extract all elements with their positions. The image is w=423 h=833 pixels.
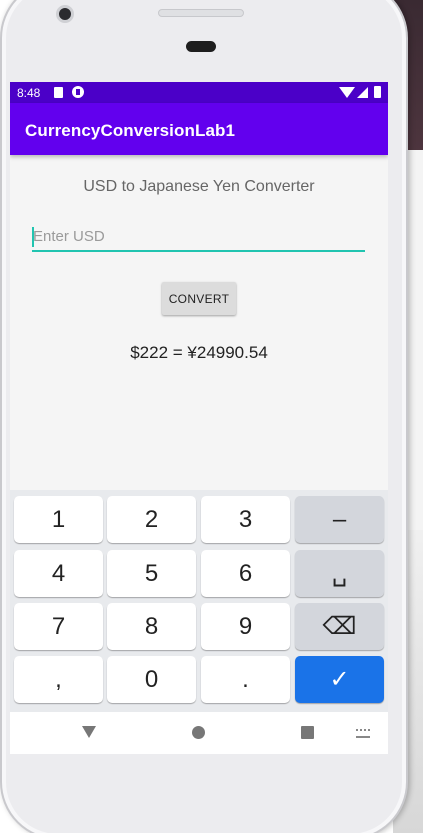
device-screen: 8:48 CurrencyConversionLab1 USD to Japan… xyxy=(10,82,388,754)
key-8[interactable]: 8 xyxy=(107,603,196,650)
key-2[interactable]: 2 xyxy=(107,496,196,543)
key-9[interactable]: 9 xyxy=(201,603,290,650)
home-circle-icon[interactable] xyxy=(192,726,205,739)
text-cursor xyxy=(32,227,34,247)
conversion-result: $222 = ¥24990.54 xyxy=(130,343,268,362)
front-camera-icon xyxy=(56,5,74,23)
converter-heading: USD to Japanese Yen Converter xyxy=(83,178,315,195)
status-time: 8:48 xyxy=(17,86,41,100)
top-speaker-grille xyxy=(158,9,244,17)
keyboard-switch-icon[interactable] xyxy=(356,729,370,738)
back-triangle-icon[interactable] xyxy=(82,726,96,738)
key-1[interactable]: 1 xyxy=(14,496,103,543)
convert-button[interactable]: CONVERT xyxy=(162,282,236,315)
notification-icon xyxy=(72,86,84,98)
system-nav-bar xyxy=(10,712,388,754)
key-4[interactable]: 4 xyxy=(14,550,103,597)
wifi-icon xyxy=(339,87,355,98)
app-bar: CurrencyConversionLab1 xyxy=(10,103,388,155)
key-comma[interactable]: , xyxy=(14,656,103,703)
key-backspace[interactable]: ⌫ xyxy=(295,603,384,650)
usd-input[interactable] xyxy=(32,222,365,252)
battery-icon xyxy=(374,86,381,98)
key-6[interactable]: 6 xyxy=(201,550,290,597)
sim-card-icon xyxy=(54,87,63,98)
status-bar: 8:48 xyxy=(10,82,388,103)
key-5[interactable]: 5 xyxy=(107,550,196,597)
app-title: CurrencyConversionLab1 xyxy=(25,121,236,140)
key-7[interactable]: 7 xyxy=(14,603,103,650)
key-minus[interactable]: – xyxy=(295,496,384,543)
recent-apps-square-icon[interactable] xyxy=(301,726,314,739)
key-3[interactable]: 3 xyxy=(201,496,290,543)
numeric-keyboard: 1 2 3 – 4 5 6 ␣ 7 8 9 ⌫ , 0 . ✓ xyxy=(10,490,388,712)
key-period[interactable]: . xyxy=(201,656,290,703)
earpiece xyxy=(186,41,216,52)
key-space[interactable]: ␣ xyxy=(295,550,384,597)
key-0[interactable]: 0 xyxy=(107,656,196,703)
cell-signal-icon xyxy=(357,87,368,98)
key-done[interactable]: ✓ xyxy=(295,656,384,703)
